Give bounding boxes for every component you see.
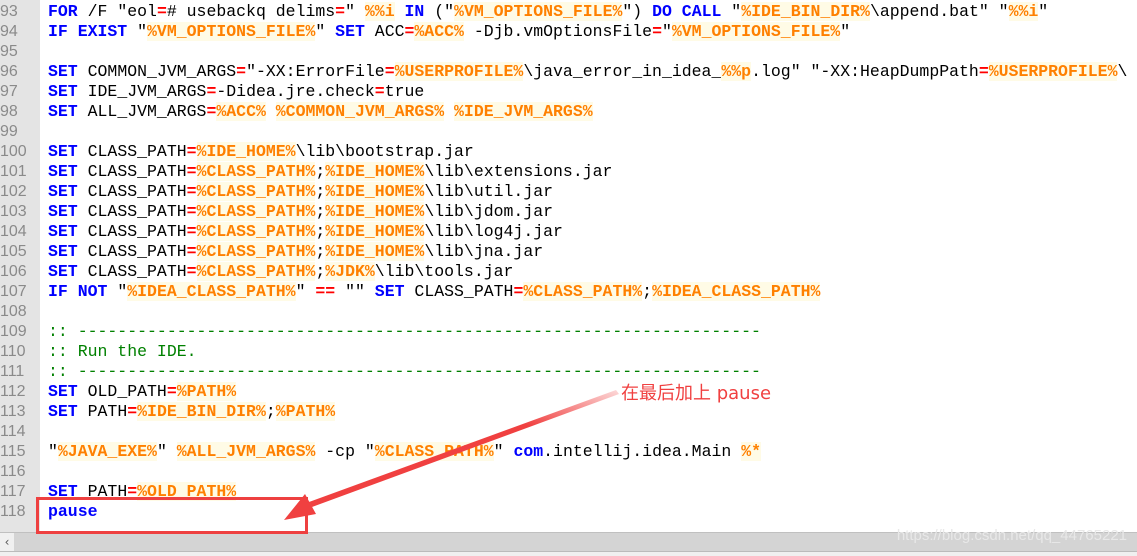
annotation-text: 在最后加上 pause: [621, 383, 772, 404]
annotation-arrow-icon: [284, 390, 619, 520]
